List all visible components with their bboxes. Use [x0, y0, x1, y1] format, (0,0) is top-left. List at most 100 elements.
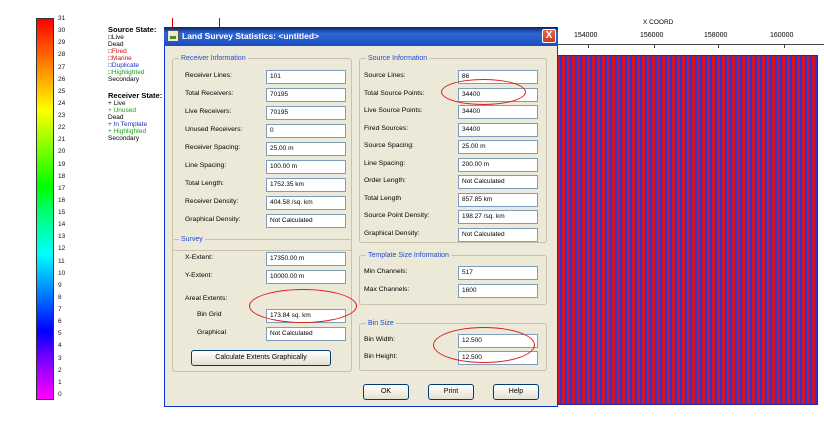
color-scale-label: 9: [58, 281, 62, 289]
receiver-field-label: Total Receivers:: [185, 90, 234, 97]
source-field-label: Source Spacing:: [364, 142, 414, 149]
source-row: Line Spacing: 200.00 m: [360, 157, 546, 172]
graphical-label: Graphical: [197, 329, 227, 336]
calculate-extents-button[interactable]: Calculate Extents Graphically: [191, 350, 331, 366]
color-scale-label: 22: [58, 124, 66, 132]
source-field-label: Total Length: [364, 194, 402, 202]
min-channels-label: Min Channels:: [364, 268, 408, 275]
x-extent-row: X-Extent: 17350.00 m: [173, 252, 351, 266]
color-scale-label: 20: [58, 148, 66, 156]
color-scale-label: 31: [58, 15, 66, 22]
source-field-value[interactable]: 34400: [458, 122, 538, 137]
land-survey-statistics-dialog: Land Survey Statistics: <untitled> X Rec…: [164, 27, 558, 407]
x-axis-tick: [588, 44, 589, 48]
color-scale-label: 10: [58, 269, 66, 277]
color-scale-label: 29: [58, 39, 66, 47]
receiver-field-value[interactable]: 70195: [266, 88, 346, 102]
receiver-row: Line Spacing: 100.00 m: [173, 160, 351, 174]
receiver-field-value[interactable]: Not Calculated: [266, 214, 346, 228]
color-scale-label: 4: [58, 342, 62, 350]
source-field-label: Line Spacing:: [364, 159, 406, 167]
receiver-row: Graphical Density: Not Calculated: [173, 214, 351, 228]
color-scale-label: 15: [58, 209, 66, 217]
receiver-information-group: Receiver Information Receiver Lines: 101 T…: [172, 54, 352, 251]
color-scale-label: 1: [58, 378, 62, 386]
receiver-field-label: Live Receivers:: [185, 108, 232, 115]
receiver-field-label: Total Length:: [185, 180, 224, 187]
max-channels-field[interactable]: 1600: [458, 284, 538, 298]
survey-map-canvas[interactable]: [556, 55, 818, 405]
annotation-oval-bin-size: [433, 327, 535, 363]
color-scale-label: 6: [58, 318, 62, 326]
receiver-row: Live Receivers: 70195: [173, 106, 351, 120]
state-legend: Source State: □Live Dead □Fired □Marine □Du…: [108, 26, 170, 142]
max-channels-row: Max Channels: 1600: [360, 284, 546, 298]
color-scale-label: 11: [58, 257, 65, 265]
receiver-field-value[interactable]: 70195: [266, 106, 346, 120]
ok-button[interactable]: OK: [363, 384, 409, 400]
graphical-field[interactable]: Not Calculated: [266, 327, 346, 341]
help-button[interactable]: Help: [493, 384, 539, 400]
source-field-value[interactable]: 857.85 km: [458, 192, 538, 207]
legend-item: □Fired: [108, 48, 127, 55]
color-scale-label: 3: [58, 354, 62, 362]
app-icon: [167, 30, 179, 42]
bin-width-label: Bin Width:: [364, 336, 395, 343]
legend-item: Dead: [108, 114, 124, 121]
receiver-information-title: Receiver Information: [179, 54, 248, 63]
color-scale-label: 13: [58, 233, 66, 241]
x-axis-tick-label: 160000: [770, 32, 794, 39]
receiver-field-value[interactable]: 404.58 /sq. km: [266, 196, 346, 210]
source-field-label: Fired Sources:: [364, 124, 409, 132]
color-scale-label: 7: [58, 306, 62, 314]
legend-item: □Marine: [108, 55, 132, 62]
color-scale-label: 21: [58, 136, 66, 144]
color-scale-label: 28: [58, 51, 66, 59]
bin-size-title: Bin Size: [366, 319, 396, 328]
legend-item: + Unused: [108, 107, 137, 114]
receiver-field-label: Graphical Density:: [185, 216, 241, 223]
legend-item: □Highlighted: [108, 69, 145, 76]
max-channels-label: Max Channels:: [364, 286, 410, 293]
receiver-field-value[interactable]: 25.00 m: [266, 142, 346, 156]
source-field-value[interactable]: 200.00 m: [458, 157, 538, 172]
x-axis-tick: [784, 44, 785, 48]
bin-grid-label: Bin Grid: [197, 311, 222, 318]
bin-height-label: Bin Height:: [364, 353, 398, 360]
receiver-field-label: Line Spacing:: [185, 162, 227, 169]
print-button[interactable]: Print: [428, 384, 474, 400]
color-scale-label: 17: [58, 184, 66, 192]
source-state-list: □Live Dead □Fired □Marine □Duplicate □Highli…: [108, 34, 170, 83]
receiver-field-value[interactable]: 100.00 m: [266, 160, 346, 174]
color-scale-bar: [36, 18, 54, 400]
receiver-field-label: Receiver Lines:: [185, 72, 232, 79]
receiver-field-value[interactable]: 1752.35 km: [266, 178, 346, 192]
x-extent-label: X-Extent:: [185, 254, 213, 261]
source-row: Order Length: Not Calculated: [360, 175, 546, 189]
source-field-value[interactable]: 198.27 /sq. km: [458, 210, 538, 224]
color-scale-label: 18: [58, 172, 66, 180]
source-field-value[interactable]: 34400: [458, 105, 538, 119]
legend-item: □Duplicate: [108, 62, 140, 69]
source-field-value[interactable]: 25.00 m: [458, 140, 538, 154]
x-extent-field[interactable]: 17350.00 m: [266, 252, 346, 266]
receiver-field-value[interactable]: 0: [266, 124, 346, 138]
color-scale-label: 12: [58, 245, 66, 253]
x-axis-tick: [718, 44, 719, 48]
color-scale-label: 2: [58, 366, 62, 374]
min-channels-row: Min Channels: 517: [360, 266, 546, 280]
close-button[interactable]: X: [542, 29, 556, 43]
template-size-title: Template Size Information: [366, 251, 451, 260]
receiver-row: Receiver Spacing: 25.00 m: [173, 142, 351, 156]
dialog-titlebar[interactable]: Land Survey Statistics: <untitled> X: [164, 27, 558, 46]
y-extent-field[interactable]: 10000.00 m: [266, 270, 346, 284]
x-axis-tick-label: 156000: [640, 32, 664, 39]
color-scale-label: 5: [58, 330, 62, 338]
color-scale-label: 14: [58, 221, 66, 229]
receiver-state-title: Receiver State:: [108, 91, 163, 100]
receiver-field-value[interactable]: 101: [266, 70, 346, 84]
annotation-oval-bin-grid: [249, 289, 357, 323]
min-channels-field[interactable]: 517: [458, 266, 538, 280]
source-field-value[interactable]: Not Calculated: [458, 175, 538, 189]
source-field-value[interactable]: Not Calculated: [458, 227, 538, 242]
